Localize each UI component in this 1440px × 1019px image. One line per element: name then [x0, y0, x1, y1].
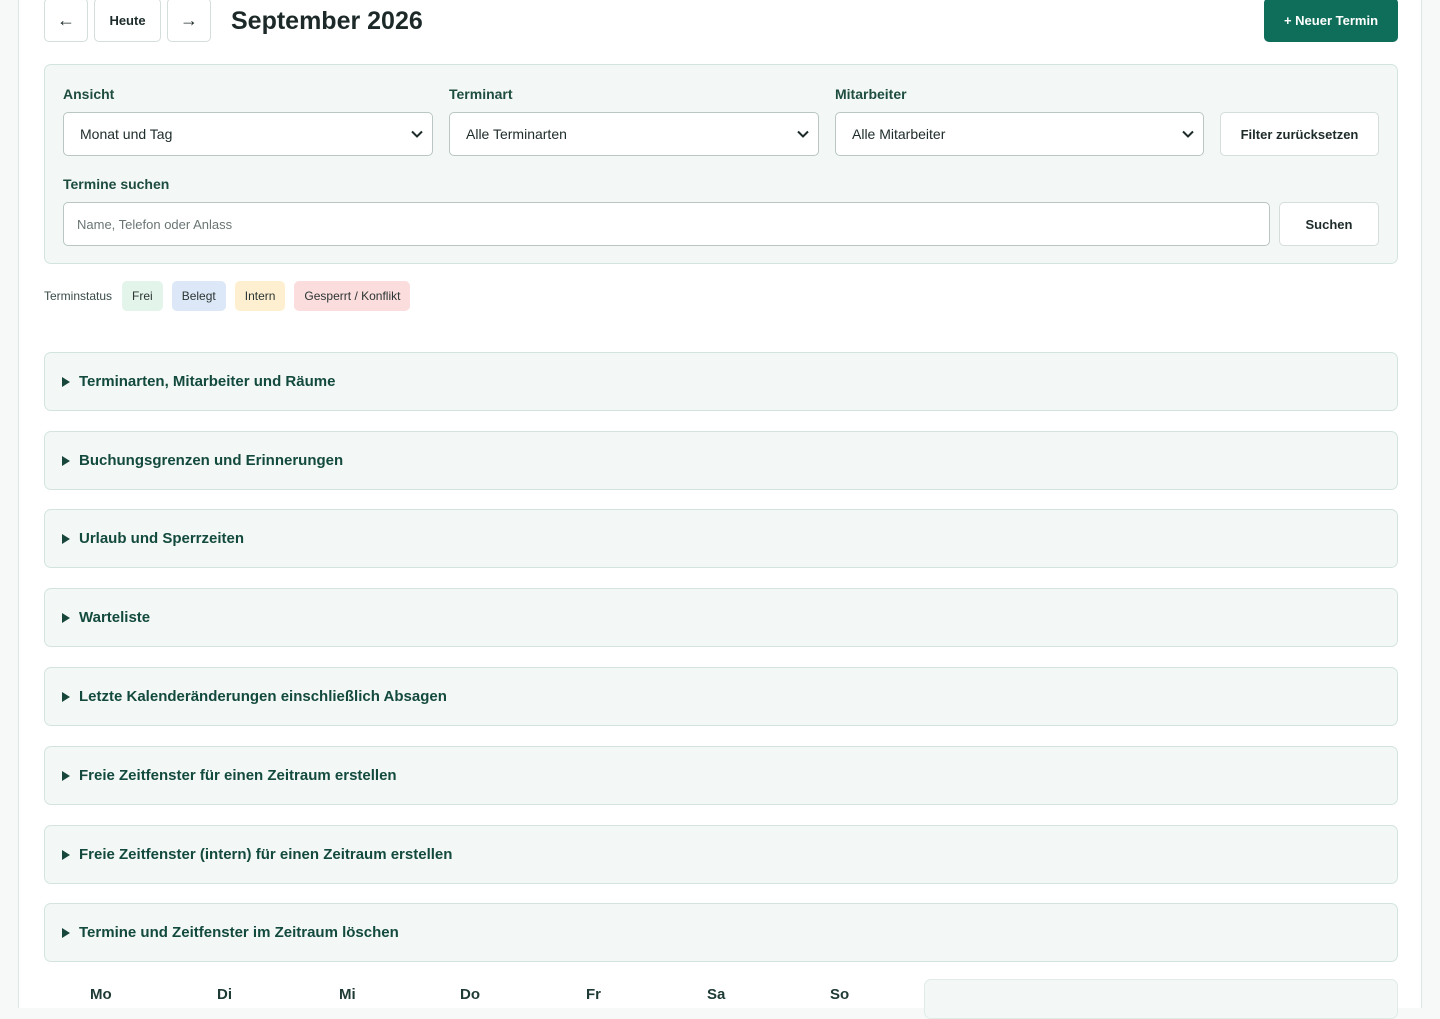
day-detail-panel — [924, 979, 1398, 1019]
weekday-header: Mo Di Mi Do Fr Sa So — [44, 986, 924, 1006]
search-label: Termine suchen — [63, 176, 170, 192]
accordion-create-internal-slots[interactable]: Freie Zeitfenster (intern) für einen Zei… — [44, 825, 1398, 884]
expand-triangle-icon — [62, 455, 70, 466]
status-chip-blocked: Gesperrt / Konflikt — [294, 281, 411, 311]
accordion-types-staff-rooms[interactable]: Terminarten, Mitarbeiter und Räume — [44, 352, 1398, 411]
appointment-type-select[interactable]: Alle Terminarten — [449, 112, 819, 156]
view-label: Ansicht — [63, 86, 115, 102]
status-chip-free: Frei — [122, 281, 163, 311]
expand-triangle-icon — [62, 691, 70, 702]
accordion-create-free-slots[interactable]: Freie Zeitfenster für einen Zeitraum ers… — [44, 746, 1398, 805]
view-select[interactable]: Monat und Tag — [63, 112, 433, 156]
search-button[interactable]: Suchen — [1279, 202, 1379, 246]
page-container: ← Heute → September 2026 + Neuer Termin … — [18, 0, 1422, 1019]
new-appointment-button[interactable]: + Neuer Termin — [1264, 0, 1398, 42]
search-input[interactable]: Name, Telefon oder Anlass — [63, 202, 1270, 246]
accordion-vacation-blocks[interactable]: Urlaub und Sperrzeiten — [44, 509, 1398, 568]
weekday-label: So — [830, 986, 850, 1003]
accordion-title: Letzte Kalenderänderungen einschließlich… — [79, 688, 447, 705]
status-chip-internal: Intern — [234, 281, 286, 311]
weekday-label: Fr — [586, 986, 601, 1003]
weekday-label: Do — [460, 986, 480, 1003]
weekday-label: Mi — [339, 986, 356, 1003]
expand-triangle-icon — [62, 612, 70, 623]
accordion-waitlist[interactable]: Warteliste — [44, 588, 1398, 647]
accordion-delete-range[interactable]: Termine und Zeitfenster im Zeitraum lösc… — [44, 903, 1398, 962]
filter-panel: Ansicht Monat und Tag Terminart Alle Ter… — [44, 64, 1398, 264]
weekday-label: Di — [217, 986, 232, 1003]
next-month-button[interactable]: → — [167, 0, 211, 42]
previous-month-button[interactable]: ← — [44, 0, 88, 42]
accordion-title: Warteliste — [79, 609, 151, 626]
accordion-booking-limits[interactable]: Buchungsgrenzen und Erinnerungen — [44, 431, 1398, 490]
type-label: Terminart — [449, 86, 513, 102]
weekday-label: Mo — [90, 986, 112, 1003]
status-chip-booked: Belegt — [171, 281, 226, 311]
accordion-title: Freie Zeitfenster für einen Zeitraum ers… — [79, 767, 397, 784]
expand-triangle-icon — [62, 533, 70, 544]
accordion-recent-changes[interactable]: Letzte Kalenderänderungen einschließlich… — [44, 667, 1398, 726]
weekday-label: Sa — [707, 986, 726, 1003]
calendar-toolbar: ← Heute → September 2026 + Neuer Termin — [44, 0, 1398, 44]
accordion-title: Terminarten, Mitarbeiter und Räume — [79, 373, 336, 390]
expand-triangle-icon — [62, 849, 70, 860]
expand-triangle-icon — [62, 927, 70, 938]
staff-label: Mitarbeiter — [835, 86, 907, 102]
chevron-down-icon — [1182, 130, 1194, 138]
status-legend: Terminstatus Frei Belegt Intern Gesperrt… — [44, 281, 419, 311]
accordion-title: Termine und Zeitfenster im Zeitraum lösc… — [79, 924, 399, 941]
view-select-value: Monat und Tag — [80, 126, 173, 142]
staff-select-value: Alle Mitarbeiter — [852, 126, 946, 142]
staff-select[interactable]: Alle Mitarbeiter — [835, 112, 1204, 156]
month-title: September 2026 — [231, 7, 423, 35]
today-button[interactable]: Heute — [94, 0, 161, 42]
accordion-title: Urlaub und Sperrzeiten — [79, 530, 245, 547]
expand-triangle-icon — [62, 376, 70, 387]
expand-triangle-icon — [62, 770, 70, 781]
search-placeholder: Name, Telefon oder Anlass — [77, 216, 233, 232]
chevron-down-icon — [411, 130, 423, 138]
reset-filters-button[interactable]: Filter zurücksetzen — [1220, 112, 1379, 156]
accordion-title: Freie Zeitfenster (intern) für einen Zei… — [79, 846, 453, 863]
chevron-down-icon — [797, 130, 809, 138]
type-select-value: Alle Terminarten — [466, 126, 567, 142]
status-legend-label: Terminstatus — [44, 289, 113, 303]
accordion-title: Buchungsgrenzen und Erinnerungen — [79, 452, 344, 469]
